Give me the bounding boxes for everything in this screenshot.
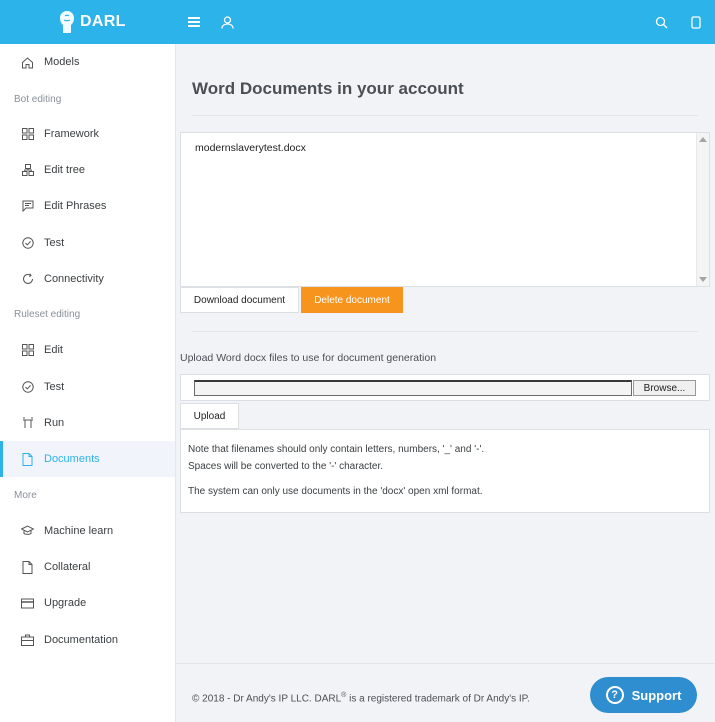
sidebar: Models Bot editing Framework Edit tree E… [0,44,176,722]
sidebar-item-label: Models [44,56,80,68]
note-text: Note that filenames should only contain … [188,444,485,455]
sidebar-item-documents[interactable]: Documents [0,441,175,477]
device-icon[interactable] [687,13,705,31]
section-ruleset-editing: Ruleset editing [14,309,81,320]
tree-icon [21,164,34,177]
section-bot-editing: Bot editing [14,94,62,105]
upload-notes: Note that filenames should only contain … [180,429,710,513]
sidebar-item-test[interactable]: Test [0,225,175,261]
top-bar: DARL [0,0,715,44]
darl-logo-icon [60,11,74,33]
sidebar-item-models[interactable]: Models [0,44,175,80]
sidebar-item-label: Collateral [44,561,91,573]
documents-listbox[interactable]: modernslaverytest.docx [180,132,710,287]
chat-icon [21,200,34,213]
sidebar-item-ruleset-test[interactable]: Test [0,369,175,405]
sidebar-item-label: Framework [44,128,100,140]
sidebar-item-label: Connectivity [44,273,104,285]
copyright-suffix: is a registered trademark of Dr Andy's I… [346,693,530,705]
sidebar-item-label: Edit Phrases [44,200,107,212]
note-text: Spaces will be converted to the '-' char… [188,461,384,472]
sidebar-item-framework[interactable]: Framework [0,116,175,152]
help-icon: ? [605,686,624,704]
copyright-text: © 2018 - Dr Andy's IP LLC. DARL® is a re… [192,692,530,704]
sidebar-item-label: Run [44,417,65,429]
sidebar-item-run[interactable]: Run [0,405,175,441]
delete-document-button[interactable]: Delete document [301,287,403,313]
graduation-cap-icon [21,525,34,538]
home-icon [21,56,34,69]
check-circle-icon [21,381,34,394]
sidebar-item-label: Edit [44,344,63,356]
sidebar-item-label: Documents [44,453,100,465]
file-path-field[interactable] [194,380,632,396]
sidebar-item-edit[interactable]: Edit [0,332,175,368]
menu-icon[interactable] [185,13,203,31]
file-upload-row: Browse... [180,374,710,401]
sidebar-item-connectivity[interactable]: Connectivity [0,261,175,297]
sidebar-item-label: Test [44,381,65,393]
sidebar-item-collateral[interactable]: Collateral [0,549,175,585]
sidebar-item-label: Upgrade [44,597,87,609]
sidebar-item-label: Documentation [44,634,118,646]
sidebar-item-label: Machine learn [44,525,114,537]
sidebar-item-edit-phrases[interactable]: Edit Phrases [0,188,175,224]
upload-instructions: Upload Word docx files to use for docume… [180,352,437,364]
grid-icon [21,128,34,141]
support-label: Support [631,687,682,703]
copyright-prefix: © 2018 - Dr Andy's IP LLC. DARL [192,693,342,705]
browse-button[interactable]: Browse... [633,380,696,396]
main-content: Word Documents in your account modernsla… [176,44,715,722]
sidebar-item-edit-tree[interactable]: Edit tree [0,152,175,188]
card-icon [21,597,34,610]
grid-icon [21,344,34,357]
sidebar-item-upgrade[interactable]: Upgrade [0,585,175,621]
support-button[interactable]: ? Support [590,677,697,713]
note-text: The system can only use documents in the… [188,486,483,497]
divider [192,115,698,116]
listbox-scrollbar[interactable] [696,133,709,286]
document-icon [21,560,34,574]
refresh-icon [21,273,34,286]
brand[interactable]: DARL [56,8,126,36]
sidebar-item-label: Test [44,237,65,249]
scroll-down-icon[interactable] [699,277,707,282]
brand-name: DARL [80,13,126,30]
download-document-button[interactable]: Download document [180,287,299,313]
page-title: Word Documents in your account [192,79,464,98]
briefcase-icon [21,634,34,647]
check-circle-icon [21,237,34,250]
sidebar-item-label: Edit tree [44,164,85,176]
divider [192,331,698,332]
run-icon [21,417,34,430]
sidebar-item-documentation[interactable]: Documentation [0,622,175,658]
section-more: More [14,490,37,501]
document-icon [21,452,34,466]
upload-button[interactable]: Upload [180,403,239,429]
list-item[interactable]: modernslaverytest.docx [195,142,306,154]
user-icon[interactable] [218,13,236,31]
scroll-up-icon[interactable] [699,137,707,142]
search-icon[interactable] [652,13,670,31]
sidebar-item-machine-learn[interactable]: Machine learn [0,513,175,549]
